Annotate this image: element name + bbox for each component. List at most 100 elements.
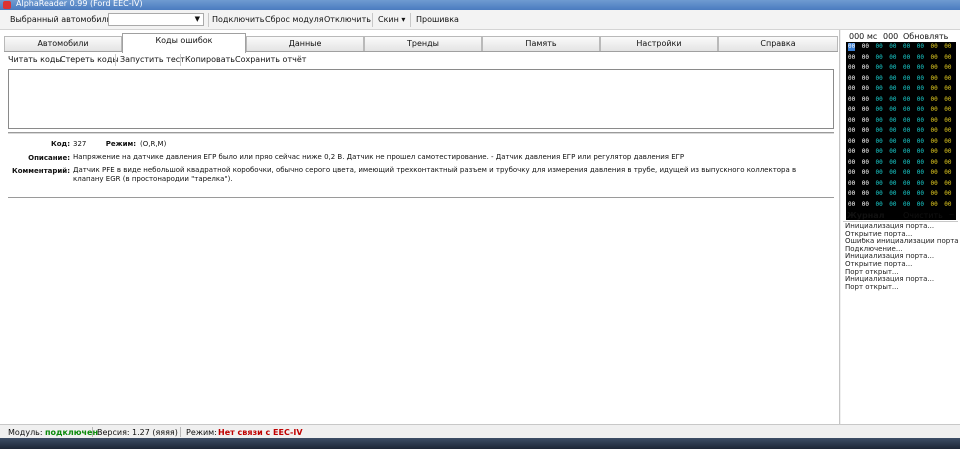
hex-cell[interactable]: 00: [876, 96, 883, 104]
run-test-button[interactable]: Запустить тест: [120, 55, 185, 64]
error-codes-list[interactable]: [8, 69, 834, 129]
hex-cell[interactable]: 00: [917, 117, 924, 125]
hex-cell[interactable]: 00: [917, 127, 924, 135]
hex-cell[interactable]: 00: [889, 117, 896, 125]
hex-cell[interactable]: 00: [931, 201, 938, 209]
collapse-icon[interactable]: ‒: [949, 210, 954, 219]
hex-cell[interactable]: 00: [903, 201, 910, 209]
hex-cell[interactable]: 00: [889, 169, 896, 177]
hex-cell[interactable]: 00: [876, 159, 883, 167]
hex-cell[interactable]: 00: [944, 96, 951, 104]
hex-cell[interactable]: 00: [903, 96, 910, 104]
hex-cell[interactable]: 00: [889, 138, 896, 146]
hex-cell[interactable]: 00: [903, 138, 910, 146]
hex-cell[interactable]: 00: [876, 190, 883, 198]
hex-cell[interactable]: 00: [848, 117, 855, 125]
hex-cell[interactable]: 00: [903, 117, 910, 125]
hex-cell[interactable]: 00: [876, 106, 883, 114]
hex-cell[interactable]: 00: [903, 54, 910, 62]
hex-cell[interactable]: 00: [944, 43, 951, 51]
hex-cell[interactable]: 00: [931, 148, 938, 156]
hex-cell[interactable]: 00: [862, 117, 869, 125]
hex-cell[interactable]: 00: [931, 169, 938, 177]
hex-cell[interactable]: 00: [931, 64, 938, 72]
hex-cell[interactable]: 00: [944, 106, 951, 114]
hex-cell[interactable]: 00: [931, 180, 938, 188]
tab-memory[interactable]: Память: [482, 36, 600, 52]
hex-cell[interactable]: 00: [931, 138, 938, 146]
hex-cell[interactable]: 00: [889, 96, 896, 104]
hex-cell[interactable]: 00: [889, 201, 896, 209]
hex-cell[interactable]: 00: [917, 169, 924, 177]
hex-cell[interactable]: 00: [944, 75, 951, 83]
hex-cell[interactable]: 00: [848, 85, 855, 93]
hex-cell[interactable]: 00: [944, 190, 951, 198]
memory-hex-grid[interactable]: 00 00 00 00 00 00 00 00 00 00 00 00 00 00 00 00 00 00 00 00…: [846, 42, 956, 220]
hex-cell[interactable]: 00: [931, 54, 938, 62]
hex-cell[interactable]: 00: [931, 43, 938, 51]
hex-cell[interactable]: 00: [917, 138, 924, 146]
hex-cell[interactable]: 00: [931, 190, 938, 198]
tab-trends[interactable]: Тренды: [364, 36, 482, 52]
hex-cell[interactable]: 00: [848, 64, 855, 72]
hex-cell[interactable]: 00: [917, 106, 924, 114]
hex-cell[interactable]: 00: [917, 201, 924, 209]
hex-cell[interactable]: 00: [876, 75, 883, 83]
hex-cell[interactable]: 00: [889, 106, 896, 114]
hex-cell[interactable]: 00: [862, 85, 869, 93]
hex-cell[interactable]: 00: [889, 148, 896, 156]
hex-cell[interactable]: 00: [944, 159, 951, 167]
hex-cell[interactable]: 00: [862, 64, 869, 72]
hex-cell[interactable]: 00: [848, 127, 855, 135]
hex-cell[interactable]: 00: [848, 106, 855, 114]
hex-cell[interactable]: 00: [848, 43, 856, 51]
hex-cell[interactable]: 00: [944, 138, 951, 146]
hex-cell[interactable]: 00: [889, 159, 896, 167]
hex-cell[interactable]: 00: [931, 85, 938, 93]
tab-settings[interactable]: Настройки: [600, 36, 718, 52]
hex-cell[interactable]: 00: [944, 148, 951, 156]
firmware-button[interactable]: Прошивка: [416, 15, 459, 24]
hex-cell[interactable]: 00: [903, 159, 910, 167]
hex-cell[interactable]: 00: [944, 201, 951, 209]
hex-cell[interactable]: 00: [862, 43, 869, 51]
hex-cell[interactable]: 00: [903, 180, 910, 188]
hex-cell[interactable]: 00: [903, 148, 910, 156]
save-report-button[interactable]: Сохранить отчёт: [235, 55, 306, 64]
hex-cell[interactable]: 00: [944, 54, 951, 62]
hex-cell[interactable]: 00: [862, 127, 869, 135]
hex-cell[interactable]: 00: [903, 169, 910, 177]
hex-cell[interactable]: 00: [903, 106, 910, 114]
hex-cell[interactable]: 00: [889, 43, 896, 51]
tab-cars[interactable]: Автомобили: [4, 36, 122, 52]
tab-help[interactable]: Справка: [718, 36, 838, 52]
hex-cell[interactable]: 00: [944, 85, 951, 93]
hex-cell[interactable]: 00: [862, 96, 869, 104]
hex-cell[interactable]: 00: [862, 169, 869, 177]
hex-cell[interactable]: 00: [944, 169, 951, 177]
hex-cell[interactable]: 00: [862, 138, 869, 146]
hex-cell[interactable]: 00: [848, 75, 855, 83]
hex-cell[interactable]: 00: [876, 127, 883, 135]
hex-cell[interactable]: 00: [848, 96, 855, 104]
disconnect-button[interactable]: Отключить: [324, 15, 371, 24]
hex-cell[interactable]: 00: [931, 117, 938, 125]
hex-cell[interactable]: 00: [917, 75, 924, 83]
hex-cell[interactable]: 00: [848, 54, 855, 62]
hex-cell[interactable]: 00: [876, 180, 883, 188]
hex-cell[interactable]: 00: [876, 54, 883, 62]
hex-cell[interactable]: 00: [889, 64, 896, 72]
hex-cell[interactable]: 00: [944, 117, 951, 125]
hex-cell[interactable]: 00: [889, 180, 896, 188]
hex-cell[interactable]: 00: [848, 159, 855, 167]
hex-cell[interactable]: 00: [931, 127, 938, 135]
hex-cell[interactable]: 00: [917, 190, 924, 198]
connect-button[interactable]: Подключить: [212, 15, 264, 24]
hex-cell[interactable]: 00: [876, 85, 883, 93]
hex-cell[interactable]: 00: [862, 180, 869, 188]
hex-cell[interactable]: 00: [917, 43, 924, 51]
hex-cell[interactable]: 00: [889, 127, 896, 135]
hex-cell[interactable]: 00: [931, 75, 938, 83]
hex-cell[interactable]: 00: [917, 64, 924, 72]
hex-cell[interactable]: 00: [876, 117, 883, 125]
